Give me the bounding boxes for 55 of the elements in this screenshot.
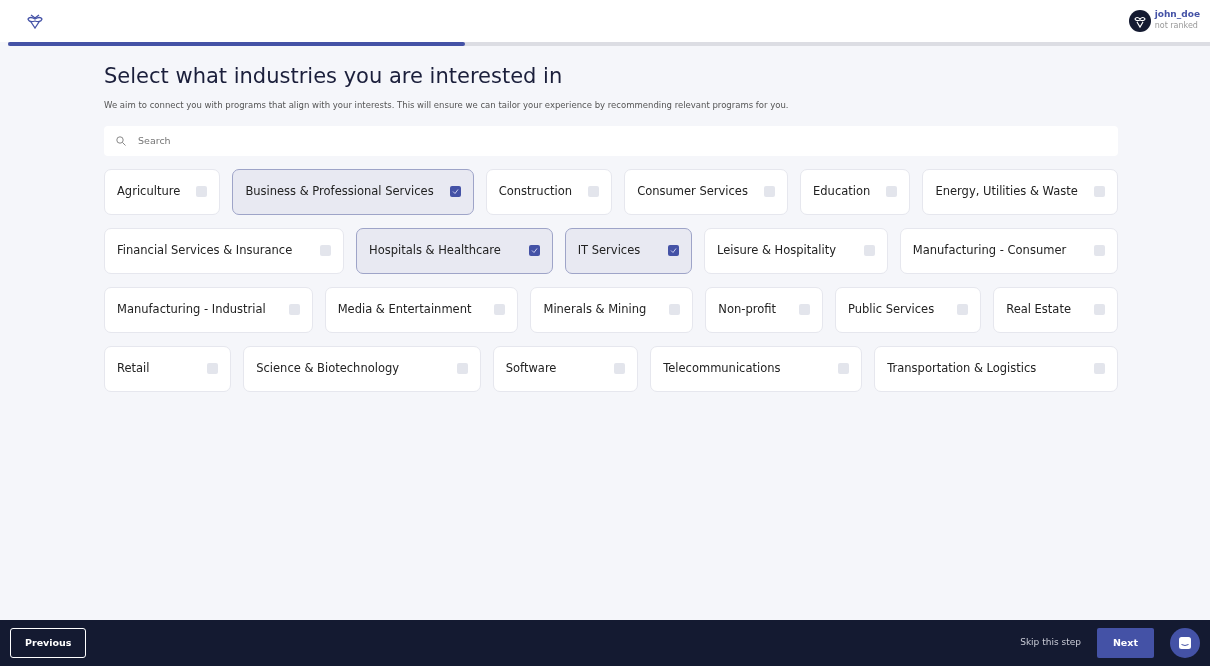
checkbox[interactable] bbox=[1093, 363, 1105, 375]
industry-option[interactable]: Non-profit bbox=[705, 286, 823, 333]
industry-option[interactable]: Retail bbox=[104, 345, 232, 392]
industry-option[interactable]: Education bbox=[800, 168, 911, 215]
skip-link[interactable]: Skip this step bbox=[1020, 636, 1081, 650]
checkbox[interactable] bbox=[838, 363, 850, 375]
checkbox[interactable] bbox=[764, 186, 776, 198]
chat-icon[interactable] bbox=[1170, 628, 1200, 658]
checkbox[interactable] bbox=[957, 304, 969, 316]
checkbox[interactable] bbox=[1093, 245, 1105, 257]
industry-option[interactable]: Real Estate bbox=[993, 286, 1118, 333]
industry-option[interactable]: Business & Professional Services bbox=[232, 168, 474, 215]
industry-option[interactable]: Construction bbox=[485, 168, 613, 215]
avatar-icon[interactable] bbox=[1128, 10, 1151, 32]
checkbox[interactable] bbox=[456, 363, 468, 375]
checkbox[interactable] bbox=[863, 245, 875, 257]
checkbox[interactable] bbox=[668, 245, 679, 257]
page-description: We aim to connect you with programs that align with your interests. This will ensure we can tailor your experience by recommending relevant programs for you. bbox=[104, 99, 790, 112]
rank-text: not ranked bbox=[1154, 19, 1199, 32]
checkbox[interactable] bbox=[494, 304, 506, 316]
checkbox[interactable] bbox=[528, 245, 540, 257]
username: john_doe bbox=[1154, 10, 1200, 20]
industry-option[interactable]: Media & Entertainment bbox=[324, 286, 519, 333]
logo-icon[interactable] bbox=[26, 13, 44, 29]
industry-option[interactable]: Manufacturing - Consumer bbox=[899, 227, 1118, 274]
checkbox[interactable] bbox=[588, 186, 600, 198]
industry-option[interactable]: Science & Biotechnology bbox=[243, 345, 481, 392]
checkbox[interactable] bbox=[614, 363, 626, 375]
industry-option[interactable]: Financial Services & Insurance bbox=[104, 227, 344, 274]
search-field[interactable]: Search bbox=[104, 125, 1118, 156]
next-button[interactable]: Next bbox=[1096, 627, 1154, 659]
checkbox[interactable] bbox=[449, 186, 461, 198]
checkbox[interactable] bbox=[196, 186, 208, 198]
checkbox[interactable] bbox=[886, 186, 898, 198]
checkbox[interactable] bbox=[288, 304, 300, 316]
industry-option[interactable]: Public Services bbox=[835, 286, 982, 333]
page-title: Select what industries you are interested in bbox=[104, 64, 564, 90]
checkbox[interactable] bbox=[799, 304, 810, 316]
industry-option[interactable]: IT Services bbox=[564, 227, 692, 274]
industry-option[interactable]: Minerals & Mining bbox=[530, 286, 694, 333]
industry-option[interactable]: Hospitals & Healthcare bbox=[356, 227, 553, 274]
checkbox[interactable] bbox=[669, 304, 681, 316]
industry-option[interactable]: Software bbox=[492, 345, 639, 392]
industry-option[interactable]: Consumer Services bbox=[624, 168, 789, 215]
checkbox[interactable] bbox=[207, 363, 219, 375]
industry-option[interactable]: Energy, Utilities & Waste bbox=[922, 168, 1118, 215]
previous-button[interactable]: Previous bbox=[10, 627, 87, 659]
checkbox[interactable] bbox=[1094, 304, 1105, 316]
industry-option[interactable]: Leisure & Hospitality bbox=[704, 227, 888, 274]
industry-option[interactable]: Telecommunications bbox=[650, 345, 863, 392]
industry-option[interactable]: Agriculture bbox=[104, 168, 221, 215]
checkbox[interactable] bbox=[1093, 186, 1105, 198]
industry-option[interactable]: Transportation & Logistics bbox=[874, 345, 1118, 392]
checkbox[interactable] bbox=[320, 245, 331, 257]
industry-option[interactable]: Manufacturing - Industrial bbox=[104, 286, 313, 333]
